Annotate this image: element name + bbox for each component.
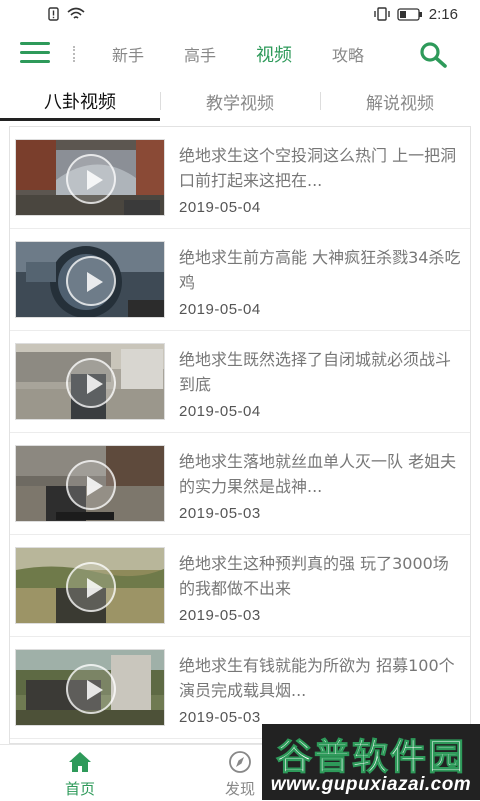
video-title: 绝地求生有钱就能为所欲为 招募100个演员完成载具烟... (179, 656, 455, 700)
play-icon (66, 562, 116, 612)
tab-guide[interactable]: 攻略 (332, 42, 364, 66)
active-tab-indicator (0, 118, 160, 121)
tab-tutorial-videos[interactable]: 教学视频 (160, 80, 320, 122)
video-thumbnail[interactable] (15, 649, 165, 726)
list-item[interactable]: 绝地求生既然选择了自闭城就必须战斗到底 2019-05-04 (10, 331, 470, 433)
play-icon (66, 460, 116, 510)
play-icon (66, 358, 116, 408)
video-thumbnail[interactable] (15, 139, 165, 216)
menu-icon[interactable] (20, 42, 50, 66)
play-icon (66, 256, 116, 306)
video-date: 2019-05-03 (179, 709, 261, 726)
video-thumbnail[interactable] (15, 241, 165, 318)
nav-divider (73, 46, 75, 62)
video-date: 2019-05-03 (179, 607, 261, 624)
list-item[interactable]: 绝地求生这种预判真的强 玩了3000场的我都做不出来 2019-05-03 (10, 535, 470, 637)
watermark-logo: 谷普软件园 www.gupuxiazai.com (262, 724, 480, 800)
top-nav: 新手 高手 视频 攻略 (0, 28, 480, 80)
video-title: 绝地求生前方高能 大神疯狂杀戮34杀吃鸡 (179, 248, 461, 292)
wifi-icon (67, 7, 85, 19)
video-title: 绝地求生这种预判真的强 玩了3000场的我都做不出来 (179, 554, 449, 598)
status-time: 2:16 (428, 5, 458, 23)
bottom-tab-home[interactable]: 首页 (30, 745, 130, 801)
play-icon (66, 154, 116, 204)
tab-gossip-videos[interactable]: 八卦视频 (0, 80, 160, 122)
notification-icon (48, 7, 59, 21)
video-date: 2019-05-04 (179, 403, 261, 420)
tab-divider (320, 92, 321, 110)
tab-commentary-videos[interactable]: 解说视频 (320, 80, 480, 122)
video-title: 绝地求生落地就丝血单人灭一队 老姐夫的实力果然是战神... (179, 452, 457, 496)
tab-beginner[interactable]: 新手 (112, 42, 144, 66)
video-title: 绝地求生既然选择了自闭城就必须战斗到底 (179, 350, 452, 394)
tab-video[interactable]: 视频 (256, 41, 292, 67)
watermark-text: 谷普软件园 (275, 737, 466, 779)
tab-divider (160, 92, 161, 110)
category-tabs: 新手 高手 视频 攻略 (112, 28, 364, 80)
home-icon (69, 752, 91, 772)
vibrate-icon (374, 7, 390, 21)
video-date: 2019-05-04 (179, 301, 261, 318)
video-date: 2019-05-04 (179, 199, 261, 216)
tab-expert[interactable]: 高手 (184, 42, 216, 66)
video-title: 绝地求生这个空投洞这么热门 上一把洞口前打起来这把在... (179, 146, 457, 190)
bottom-tab-label: 首页 (64, 780, 95, 798)
watermark-url: www.gupuxiazai.com (270, 774, 472, 795)
search-icon[interactable] (418, 40, 448, 70)
video-thumbnail[interactable] (15, 547, 165, 624)
compass-icon (229, 751, 251, 773)
list-item[interactable]: 绝地求生落地就丝血单人灭一队 老姐夫的实力果然是战神... 2019-05-03 (10, 433, 470, 535)
video-thumbnail[interactable] (15, 343, 165, 420)
status-bar: 2:16 (0, 0, 480, 28)
battery-icon (397, 7, 422, 21)
list-item[interactable]: 绝地求生前方高能 大神疯狂杀戮34杀吃鸡 2019-05-04 (10, 229, 470, 331)
list-item[interactable]: 绝地求生这个空投洞这么热门 上一把洞口前打起来这把在... 2019-05-04 (10, 127, 470, 229)
video-list[interactable]: 绝地求生这个空投洞这么热门 上一把洞口前打起来这把在... 2019-05-04… (9, 126, 471, 744)
video-thumbnail[interactable] (15, 445, 165, 522)
video-type-tabs: 八卦视频 教学视频 解说视频 (0, 80, 480, 122)
play-icon (66, 664, 116, 714)
video-date: 2019-05-03 (179, 505, 261, 522)
